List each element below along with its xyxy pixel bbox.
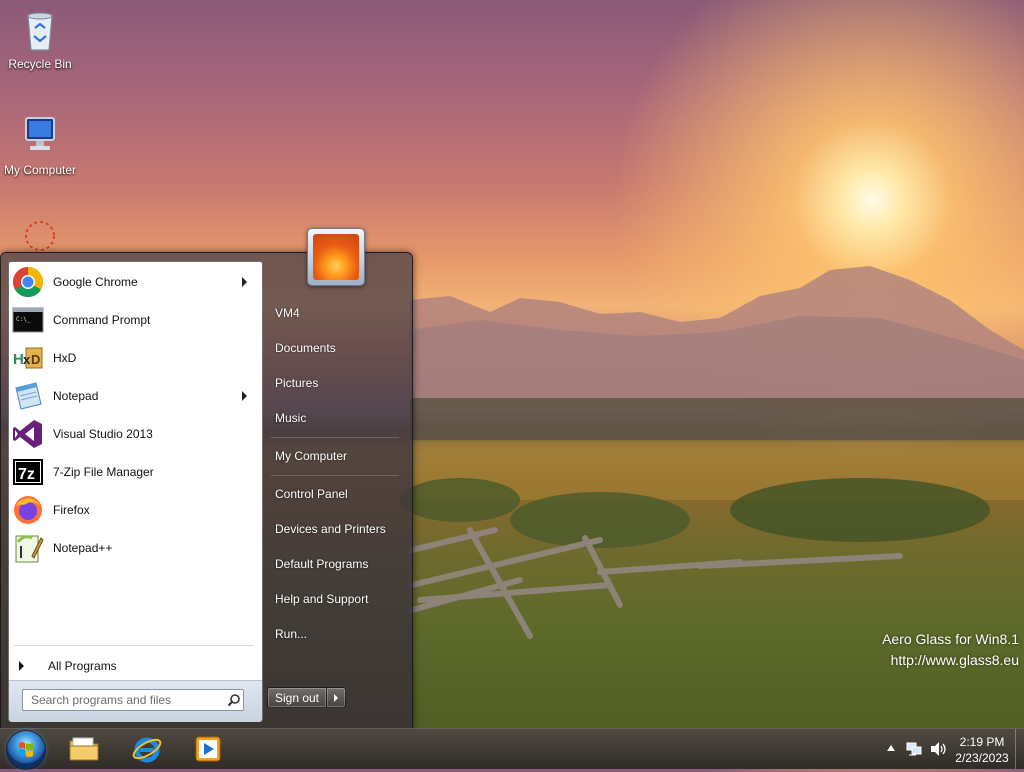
svg-text:x: x <box>23 352 31 367</box>
place-help-and-support[interactable]: Help and Support <box>275 592 368 606</box>
place-run[interactable]: Run... <box>275 627 307 641</box>
aero-glass-watermark: Aero Glass for Win8.1 http://www.glass8.… <box>882 629 1019 671</box>
internet-explorer-icon[interactable] <box>131 733 163 765</box>
place-user-folder[interactable]: VM4 <box>275 306 300 320</box>
program-label: Notepad <box>53 389 99 403</box>
media-player-icon[interactable] <box>192 733 224 765</box>
taskbar: 2:19 PM 2/23/2023 <box>0 728 1024 769</box>
program-label: HxD <box>53 351 77 365</box>
network-icon[interactable] <box>906 741 922 757</box>
program-label: Visual Studio 2013 <box>53 427 153 441</box>
place-control-panel[interactable]: Control Panel <box>275 487 348 501</box>
clock[interactable]: 2:19 PM 2/23/2023 <box>951 734 1013 766</box>
program-label: Firefox <box>53 503 90 517</box>
program-visual-studio-2013[interactable]: Visual Studio 2013 <box>12 416 259 452</box>
notepad-icon <box>12 380 44 412</box>
place-default-programs[interactable]: Default Programs <box>275 557 368 571</box>
visual-studio-icon <box>12 418 44 450</box>
shutdown-options-button[interactable] <box>326 687 346 708</box>
file-explorer-icon[interactable] <box>68 733 100 765</box>
place-music[interactable]: Music <box>275 411 306 425</box>
firefox-icon <box>12 494 44 526</box>
program-command-prompt[interactable]: C:\_ Command Prompt <box>12 302 259 338</box>
search-icon[interactable] <box>227 693 241 707</box>
place-documents[interactable]: Documents <box>275 341 336 355</box>
svg-text:C:\_: C:\_ <box>16 316 31 323</box>
search-box[interactable] <box>22 689 244 711</box>
place-devices-and-printers[interactable]: Devices and Printers <box>275 522 386 536</box>
all-programs-button[interactable]: All Programs <box>19 652 117 680</box>
chrome-icon <box>12 266 44 298</box>
program-hxd[interactable]: HxD HxD <box>12 340 259 376</box>
program-google-chrome[interactable]: Google Chrome <box>12 264 259 300</box>
places-separator <box>271 475 399 476</box>
watermark-line-2: http://www.glass8.eu <box>890 652 1019 668</box>
submenu-arrow-icon[interactable] <box>242 391 247 401</box>
program-label: Command Prompt <box>53 313 151 327</box>
command-prompt-icon: C:\_ <box>12 304 44 336</box>
clock-date: 2/23/2023 <box>955 751 1009 765</box>
user-avatar[interactable] <box>307 228 365 286</box>
7zip-icon: 7z <box>12 456 44 488</box>
program-7zip-file-manager[interactable]: 7z 7-Zip File Manager <box>12 454 259 490</box>
place-my-computer[interactable]: My Computer <box>275 449 347 463</box>
search-area <box>9 680 262 722</box>
program-label: 7-Zip File Manager <box>53 465 154 479</box>
program-label: Google Chrome <box>53 275 138 289</box>
sign-out-button[interactable]: Sign out <box>267 687 327 708</box>
search-input[interactable] <box>29 691 225 709</box>
svg-text:7z: 7z <box>18 466 35 483</box>
recycle-bin-icon <box>27 12 53 51</box>
chevron-right-icon <box>334 693 338 702</box>
start-menu-places-pane: VM4 Documents Pictures Music My Computer… <box>263 253 409 728</box>
notepadpp-icon <box>12 532 44 564</box>
desktop-icon-my-computer[interactable]: My Computer <box>0 114 80 177</box>
program-firefox[interactable]: Firefox <box>12 492 259 528</box>
start-menu-programs-pane: Google Chrome C:\_ Command Prompt HxD Hx… <box>8 261 263 722</box>
program-label: Notepad++ <box>53 541 113 555</box>
show-hidden-icons-icon[interactable] <box>887 745 895 751</box>
program-notepad[interactable]: Notepad <box>12 378 259 414</box>
submenu-arrow-icon[interactable] <box>242 277 247 287</box>
desktop-icon-label: My Computer <box>3 163 77 177</box>
all-programs-label: All Programs <box>48 659 117 673</box>
clock-time: 2:19 PM <box>959 735 1005 749</box>
volume-icon[interactable] <box>930 741 948 757</box>
start-menu: Google Chrome C:\_ Command Prompt HxD Hx… <box>0 252 413 729</box>
program-notepad-plus-plus[interactable]: Notepad++ <box>12 530 259 566</box>
hxd-icon: HxD <box>12 342 44 374</box>
partially-hidden-desktop-icon <box>25 221 55 251</box>
svg-text:D: D <box>31 352 40 367</box>
desktop-icon-label: Recycle Bin <box>8 57 72 71</box>
programs-separator <box>14 645 254 646</box>
desktop-icon-recycle-bin[interactable]: Recycle Bin <box>0 8 80 71</box>
windows-logo-icon <box>19 742 33 757</box>
watermark-line-1: Aero Glass for Win8.1 <box>882 631 1019 647</box>
computer-icon <box>25 117 55 150</box>
avatar-flower-picture <box>313 234 359 280</box>
start-button[interactable] <box>7 731 45 769</box>
sign-out-control: Sign out <box>267 687 346 708</box>
place-pictures[interactable]: Pictures <box>275 376 318 390</box>
expand-triangle-icon <box>19 661 24 671</box>
places-separator <box>271 437 399 438</box>
show-desktop-button[interactable] <box>1015 729 1024 769</box>
